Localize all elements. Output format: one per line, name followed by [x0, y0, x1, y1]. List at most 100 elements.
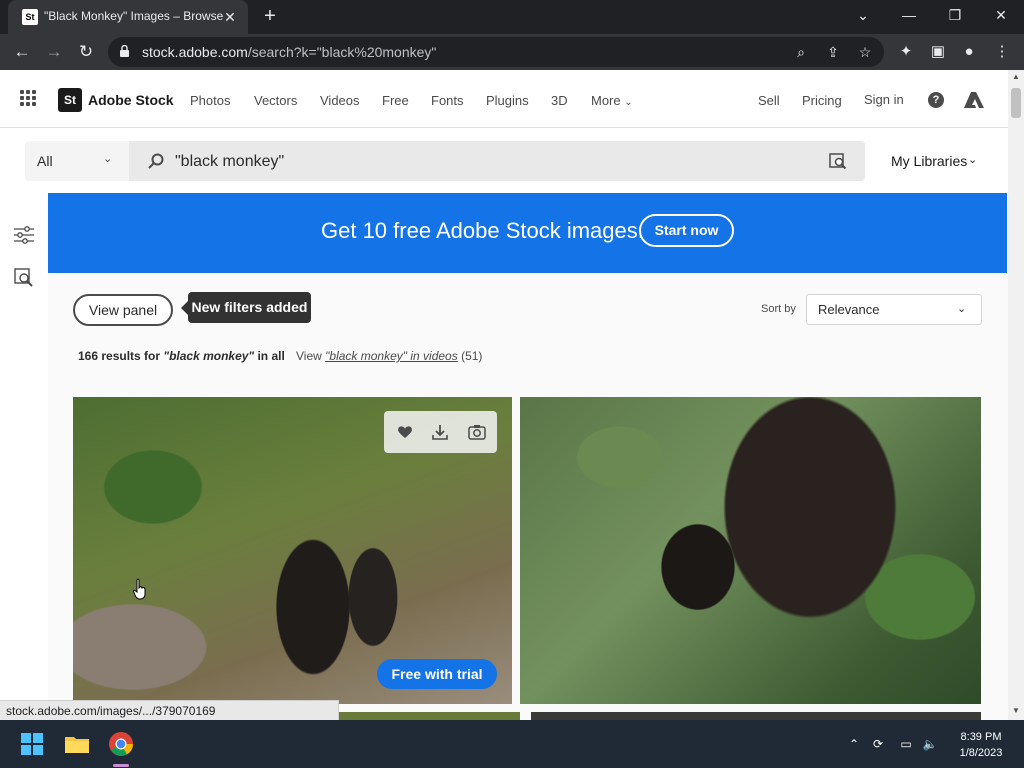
videos-link-prefix: View — [296, 349, 326, 363]
results-scope: in all — [254, 349, 285, 363]
url-text: stock.adobe.com/search?k="black%20monkey… — [142, 44, 437, 60]
search-input[interactable] — [175, 151, 775, 173]
nav-photos[interactable]: Photos — [190, 93, 230, 108]
clock-date: 1/8/2023 — [959, 747, 1003, 759]
visual-search-icon[interactable] — [829, 152, 847, 170]
my-libraries-button[interactable]: My Libraries — [891, 153, 967, 169]
filters-sliders-icon[interactable] — [13, 225, 35, 245]
bookmark-star-icon[interactable]: ☆ — [856, 43, 874, 61]
extensions-icon[interactable]: ✦ — [895, 41, 917, 63]
profile-icon[interactable]: ● — [958, 41, 980, 63]
free-with-trial-badge[interactable]: Free with trial — [377, 659, 497, 689]
display-icon[interactable]: ▭ — [898, 736, 914, 752]
menu-kebab-icon[interactable]: ⋮ — [991, 41, 1013, 63]
results-query: "black monkey" — [163, 349, 255, 363]
nav-plugins[interactable]: Plugins — [486, 93, 529, 108]
windows-start-icon[interactable] — [16, 728, 48, 760]
browser-tab-strip: St "Black Monkey" Images – Browse ✕ + ⌄ … — [0, 0, 1024, 34]
view-panel-button[interactable]: View panel — [73, 294, 173, 326]
nav-more[interactable]: More ⌄ — [591, 93, 633, 108]
nav-vectors[interactable]: Vectors — [254, 93, 297, 108]
clock-time: 8:39 PM — [960, 731, 1002, 743]
nav-pricing[interactable]: Pricing — [802, 93, 842, 108]
chevron-down-icon: ⌄ — [957, 303, 967, 315]
find-similar-icon[interactable] — [468, 423, 486, 441]
site-header: St Adobe Stock Photos Vectors Videos Fre… — [0, 70, 1008, 128]
image-tile-partial[interactable] — [531, 712, 981, 720]
reload-icon[interactable]: ↻ — [73, 39, 99, 65]
restore-icon[interactable]: ❐ — [932, 0, 978, 30]
browser-toolbar: ← → ↻ stock.adobe.com/search?k="black%20… — [0, 34, 1024, 70]
nav-fonts[interactable]: Fonts — [431, 93, 464, 108]
side-panel-icon[interactable]: ▣ — [927, 41, 949, 63]
left-filter-rail — [0, 193, 48, 720]
heart-icon[interactable] — [396, 423, 414, 441]
tile-action-bar — [384, 411, 497, 453]
app-switcher-grid-icon[interactable] — [20, 90, 36, 106]
help-icon[interactable]: ? — [928, 92, 944, 108]
chevron-down-icon: ⌄ — [624, 97, 633, 108]
search-box[interactable] — [129, 141, 865, 181]
forward-arrow-icon[interactable]: → — [41, 39, 67, 65]
videos-link-text[interactable]: "black monkey" in videos — [325, 349, 458, 363]
nav-3d[interactable]: 3D — [551, 93, 568, 108]
search-bar-row: All ⌄ My Libraries ⌄ — [0, 128, 1008, 193]
close-tab-icon[interactable]: ✕ — [220, 7, 240, 27]
new-tab-icon[interactable]: + — [258, 5, 282, 29]
results-summary: 166 results for "black monkey" in all — [78, 349, 285, 363]
tab-title: "Black Monkey" Images – Browse — [44, 9, 224, 23]
nav-sell[interactable]: Sell — [758, 93, 780, 108]
new-filters-tooltip: New filters added — [188, 292, 311, 323]
chrome-icon[interactable] — [105, 728, 137, 760]
image-tile-woolly-monkey[interactable] — [520, 397, 981, 704]
adobe-stock-logo-icon[interactable]: St — [58, 88, 82, 112]
chevron-down-icon[interactable]: ⌄ — [968, 153, 977, 166]
videos-count: (51) — [457, 349, 483, 363]
promo-banner-text: Get 10 free Adobe Stock images. — [321, 218, 644, 243]
volume-icon[interactable]: 🔈 — [922, 736, 938, 752]
close-window-icon[interactable]: ✕ — [978, 0, 1024, 30]
address-bar[interactable]: stock.adobe.com/search?k="black%20monkey… — [108, 37, 884, 67]
scroll-down-arrow-icon[interactable]: ▼ — [1011, 706, 1021, 716]
adobe-stock-favicon-icon: St — [22, 9, 38, 25]
brand-name[interactable]: Adobe Stock — [88, 92, 174, 108]
asset-type-value: All — [37, 153, 53, 169]
system-clock[interactable]: 8:39 PM 1/8/2023 — [950, 729, 1012, 761]
tooltip-arrow — [181, 301, 188, 315]
asset-type-dropdown[interactable]: All ⌄ — [25, 141, 129, 181]
page-scrollbar[interactable]: ▲ ▼ — [1008, 70, 1024, 720]
hand-cursor-icon — [133, 578, 146, 600]
sort-by-label: Sort by — [761, 303, 796, 315]
active-app-indicator — [113, 764, 129, 767]
sort-by-value: Relevance — [818, 302, 880, 317]
lock-icon — [120, 45, 129, 57]
back-arrow-icon[interactable]: ← — [9, 39, 35, 65]
promo-banner: Get 10 free Adobe Stock images. Start no… — [48, 193, 1007, 273]
visual-search-icon[interactable] — [13, 267, 35, 287]
start-now-button[interactable]: Start now — [639, 214, 734, 247]
nav-more-label: More — [591, 93, 621, 108]
results-count: 166 results for — [78, 349, 164, 363]
windows-taskbar: ⌃ ⟳ ▭ 🔈 8:39 PM 1/8/2023 — [0, 720, 1024, 768]
search-icon[interactable]: ⌕ — [792, 43, 810, 61]
sync-icon[interactable]: ⟳ — [870, 736, 886, 752]
image-tile-partial[interactable] — [339, 712, 520, 720]
share-icon[interactable]: ⇪ — [824, 43, 842, 61]
browser-tab[interactable]: St "Black Monkey" Images – Browse ✕ — [8, 0, 248, 34]
videos-results-link[interactable]: View "black monkey" in videos (51) — [296, 349, 482, 363]
chevron-down-icon: ⌄ — [103, 153, 113, 165]
chevron-up-icon[interactable]: ⌃ — [846, 736, 862, 752]
tab-search-chevron-icon[interactable]: ⌄ — [840, 0, 886, 30]
file-explorer-icon[interactable] — [61, 728, 93, 760]
sign-in-link[interactable]: Sign in — [864, 92, 904, 107]
search-icon — [148, 153, 164, 169]
scroll-thumb[interactable] — [1011, 88, 1021, 118]
scroll-up-arrow-icon[interactable]: ▲ — [1011, 72, 1021, 82]
nav-videos[interactable]: Videos — [320, 93, 360, 108]
minimize-icon[interactable]: — — [886, 0, 932, 30]
sort-by-dropdown[interactable]: Relevance ⌄ — [806, 294, 982, 325]
nav-free[interactable]: Free — [382, 93, 409, 108]
adobe-logo-icon[interactable] — [964, 91, 984, 109]
status-bar-url: stock.adobe.com/images/.../379070169 — [0, 700, 339, 720]
download-icon[interactable] — [431, 423, 449, 441]
